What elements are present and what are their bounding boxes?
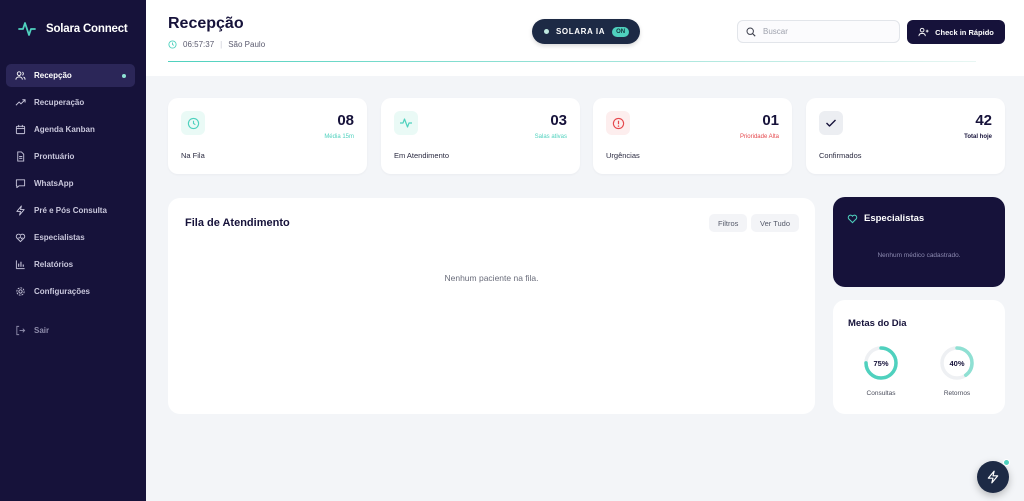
queue-title: Fila de Atendimento (185, 217, 290, 229)
filter-button[interactable]: Filtros (709, 214, 748, 232)
specialists-header: Especialistas (847, 213, 924, 224)
sidebar-item-prontuario[interactable]: Prontuário (6, 145, 135, 168)
stat-value: 03 (550, 112, 567, 129)
gear-icon (16, 287, 25, 296)
sidebar-item-label: Recepção (34, 71, 72, 80)
sidebar: Solara Connect Recepção Recuperação Agen… (0, 0, 146, 501)
goals-title: Metas do Dia (848, 318, 907, 329)
brand[interactable]: Solara Connect (18, 20, 128, 38)
view-all-button[interactable]: Ver Tudo (751, 214, 800, 232)
notification-dot (1003, 459, 1010, 466)
alert-icon (606, 111, 630, 135)
stat-value: 01 (762, 112, 779, 129)
sidebar-item-especialistas[interactable]: Especialistas (6, 226, 135, 249)
check-in-button[interactable]: Check in Rápido (907, 20, 1005, 44)
check-icon (819, 111, 843, 135)
solara-ia-toggle[interactable]: SOLARA IA ON (532, 19, 640, 44)
stat-subtext: Salas ativas (534, 134, 567, 140)
check-in-label: Check in Rápido (935, 27, 994, 37)
goals-panel: Metas do Dia 75% Consultas 40% Retornos (833, 300, 1005, 414)
sidebar-item-whatsapp[interactable]: WhatsApp (6, 172, 135, 195)
sidebar-item-pre-pos-consulta[interactable]: Pré e Pós Consulta (6, 199, 135, 222)
goal-value: 75% (873, 358, 889, 368)
city: São Paulo (228, 40, 266, 49)
separator: | (220, 40, 223, 49)
sidebar-item-label: Configurações (34, 287, 91, 296)
activity-icon (394, 111, 418, 135)
sidebar-item-recepcao[interactable]: Recepção (6, 64, 135, 87)
goal-value: 40% (949, 358, 965, 368)
clock-icon (168, 40, 177, 49)
bar-chart-icon (15, 260, 25, 270)
queue-empty-state: Nenhum paciente na fila. (444, 273, 539, 283)
stat-label: Na Fila (181, 151, 205, 160)
sidebar-nav: Recepção Recuperação Agenda Kanban Pront… (6, 64, 135, 307)
stat-card-na-fila[interactable]: 08 Média 15m Na Fila (168, 98, 367, 174)
sidebar-item-label: Recuperação (34, 98, 85, 107)
quick-action-button[interactable] (977, 461, 1009, 493)
sidebar-item-configuracoes[interactable]: Configurações (6, 280, 135, 303)
pulse-icon (18, 22, 36, 36)
heart-pulse-icon (15, 233, 26, 243)
logout: Sair (6, 319, 135, 346)
header: Recepção 06:57:37 | São Paulo SOLARA IA … (146, 0, 1024, 76)
status-dot (544, 29, 549, 34)
stat-card-em-atendimento[interactable]: 03 Salas ativas Em Atendimento (381, 98, 580, 174)
specialists-panel: Especialistas Nenhum médico cadastrado. (833, 197, 1005, 287)
sidebar-item-label: Agenda Kanban (34, 125, 95, 134)
logout-label: Sair (34, 326, 50, 335)
queue-panel: Fila de Atendimento Filtros Ver Tudo Nen… (168, 198, 815, 414)
stat-label: Urgências (606, 151, 640, 160)
current-time: 06:57:37 (183, 40, 215, 49)
zap-icon (16, 205, 25, 216)
chat-icon (15, 179, 26, 189)
ia-status-badge: ON (612, 26, 630, 37)
goal-ring-consultas: 75% (863, 345, 899, 381)
brand-name: Solara Connect (46, 23, 128, 35)
sidebar-item-label: WhatsApp (34, 179, 74, 188)
stat-subtext: Prioridade Alta (739, 134, 779, 140)
zap-icon (987, 470, 999, 484)
search-icon (746, 26, 756, 37)
active-indicator (122, 73, 126, 78)
file-icon (17, 151, 25, 162)
stat-subtext: Média 15m (324, 134, 354, 140)
stat-card-confirmados[interactable]: 42 Total hoje Confirmados (806, 98, 1005, 174)
specialists-empty-state: Nenhum médico cadastrado. (877, 252, 961, 259)
ia-label: SOLARA IA (556, 27, 606, 36)
trending-up-icon (15, 99, 26, 106)
stat-value: 08 (337, 112, 354, 129)
users-icon (15, 71, 26, 80)
sidebar-item-label: Prontuário (34, 152, 75, 161)
search-placeholder: Buscar (763, 27, 788, 36)
sidebar-item-recuperacao[interactable]: Recuperação (6, 91, 135, 114)
sidebar-item-agenda-kanban[interactable]: Agenda Kanban (6, 118, 135, 141)
user-plus-icon (918, 27, 929, 37)
page-title: Recepção (168, 15, 244, 32)
goal-label: Consultas (866, 390, 896, 397)
calendar-icon (15, 124, 26, 135)
stat-label: Em Atendimento (394, 151, 450, 160)
stat-subtext: Total hoje (964, 134, 992, 140)
search-input[interactable]: Buscar (737, 20, 900, 43)
sidebar-item-label: Especialistas (34, 233, 85, 242)
specialists-title: Especialistas (864, 213, 925, 224)
stat-value: 42 (975, 112, 992, 129)
logout-button[interactable]: Sair (6, 319, 135, 342)
sidebar-item-relatorios[interactable]: Relatórios (6, 253, 135, 276)
clock-icon (181, 111, 205, 135)
stat-card-urgencias[interactable]: 01 Prioridade Alta Urgências (593, 98, 792, 174)
goal-ring-retornos: 40% (939, 345, 975, 381)
sidebar-item-label: Pré e Pós Consulta (34, 206, 107, 215)
goal-label: Retornos (943, 390, 971, 397)
stat-label: Confirmados (819, 151, 862, 160)
header-divider (168, 61, 976, 62)
logout-icon (16, 325, 26, 336)
header-subline: 06:57:37 | São Paulo (168, 40, 265, 49)
heart-pulse-icon (847, 214, 858, 224)
sidebar-item-label: Relatórios (34, 260, 74, 269)
